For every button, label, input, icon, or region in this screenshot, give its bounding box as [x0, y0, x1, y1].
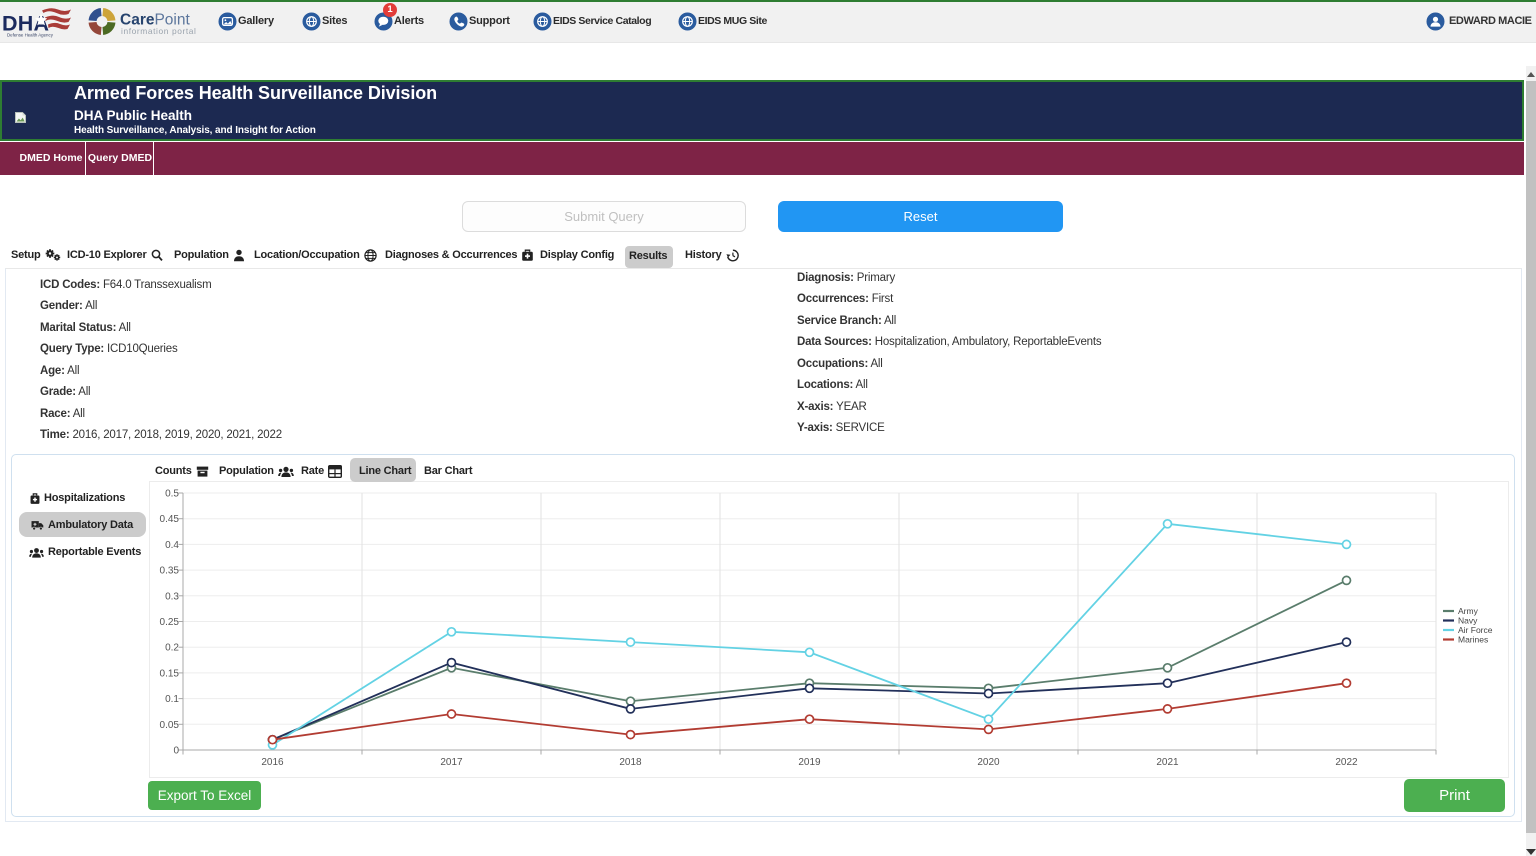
svg-text:2018: 2018 [619, 757, 642, 768]
svg-text:0.15: 0.15 [160, 668, 180, 679]
svg-text:2019: 2019 [798, 757, 821, 768]
svg-text:0.35: 0.35 [160, 566, 180, 577]
svg-text:Marines: Marines [1458, 635, 1488, 645]
svg-text:0: 0 [173, 746, 179, 757]
svg-text:0.25: 0.25 [160, 617, 180, 628]
svg-text:2022: 2022 [1335, 757, 1358, 768]
svg-text:Army: Army [1458, 606, 1479, 616]
svg-text:0.1: 0.1 [165, 694, 179, 705]
svg-text:Defense Health Agency: Defense Health Agency [7, 33, 54, 38]
svg-text:2016: 2016 [261, 757, 284, 768]
svg-text:Navy: Navy [1458, 616, 1478, 626]
svg-text:0.45: 0.45 [160, 514, 180, 525]
svg-text:0.2: 0.2 [165, 643, 179, 654]
svg-text:Air Force: Air Force [1458, 625, 1493, 635]
svg-text:2021: 2021 [1156, 757, 1179, 768]
svg-text:0.4: 0.4 [165, 540, 179, 551]
svg-text:information portal: information portal [121, 26, 197, 36]
svg-text:0.3: 0.3 [165, 591, 179, 602]
svg-text:0.5: 0.5 [165, 489, 179, 500]
svg-text:2017: 2017 [440, 757, 463, 768]
svg-text:2020: 2020 [977, 757, 1000, 768]
svg-text:0.05: 0.05 [160, 720, 180, 731]
